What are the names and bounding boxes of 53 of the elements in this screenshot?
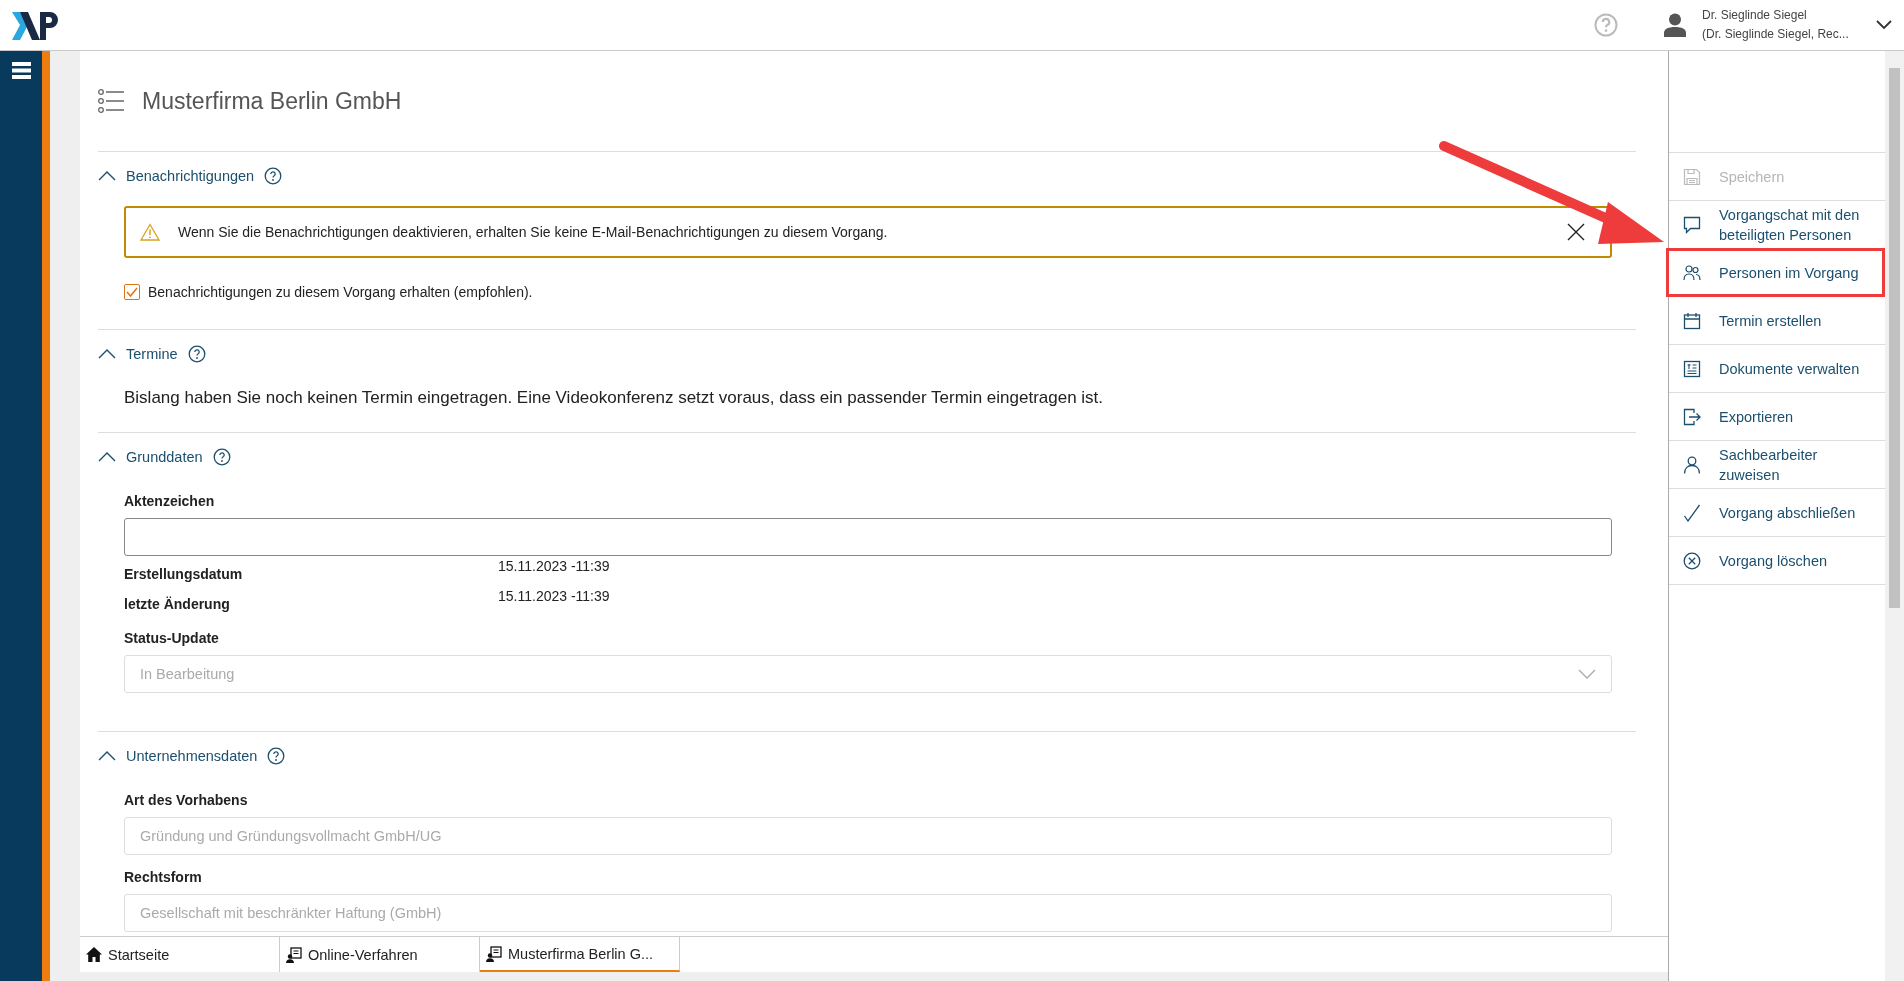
person-icon [1683, 455, 1701, 474]
chevron-up-icon[interactable] [98, 349, 116, 359]
help-icon[interactable] [187, 345, 206, 363]
chevron-down-icon[interactable] [1876, 20, 1892, 30]
scrollbar[interactable] [1885, 51, 1904, 981]
text-input-field[interactable] [124, 518, 1612, 556]
checkmark-icon [126, 287, 138, 297]
section-title[interactable]: Grunddaten [126, 449, 203, 465]
tab[interactable]: Musterfirma Berlin G... [480, 937, 680, 972]
page-title: Musterfirma Berlin GmbH [142, 87, 402, 115]
section-title[interactable]: Unternehmensdaten [126, 748, 258, 764]
document-icon [1683, 359, 1701, 378]
chevron-up-icon[interactable] [98, 452, 116, 462]
field-label: letzte Änderung [124, 596, 231, 612]
readonly-field: Gründung und Gründungsvollmacht GmbH/UG [124, 817, 1612, 855]
checkmark-icon [1683, 503, 1701, 522]
warning-icon [140, 223, 160, 241]
document-person-icon [286, 946, 302, 963]
field-value: 15.11.2023 -11:39 [498, 588, 610, 604]
checkbox-label[interactable]: Benachrichtigungen zu diesem Vorgang erhalten (empfohlen). [148, 284, 533, 300]
user-role: (Dr. Sieglinde Siegel, Rec... [1702, 26, 1850, 43]
field-label: Rechtsform [124, 869, 203, 885]
user-name: Dr. Sieglinde Siegel [1702, 7, 1808, 24]
help-icon[interactable] [264, 167, 283, 185]
section-title[interactable]: Termine [126, 346, 178, 362]
export-icon [1683, 407, 1701, 426]
field-label: Aktenzeichen [124, 493, 216, 509]
close-icon[interactable] [1567, 223, 1585, 241]
readonly-field: Gesellschaft mit beschränkter Haftung (GmbH) [124, 894, 1612, 932]
people-icon [1683, 263, 1701, 282]
info-paragraph: Bislang haben Sie noch keinen Termin eingetragen. Eine Videokonferenz setzt voraus, dass ein passender Termin eingetragen ist. [124, 388, 1105, 408]
document-person-icon [486, 945, 502, 962]
speech-bubble-icon [1683, 215, 1701, 234]
logo-icon [12, 11, 60, 41]
field-label: Status-Update [124, 630, 220, 646]
help-icon[interactable] [267, 747, 286, 765]
action-item[interactable]: Personen im Vorgang [1669, 249, 1885, 297]
list-icon [98, 89, 124, 113]
chevron-up-icon[interactable] [98, 751, 116, 761]
home-icon [86, 947, 102, 962]
checkbox[interactable] [124, 284, 140, 300]
menu-icon[interactable] [11, 62, 31, 79]
field-label: Art des Vorhabens [124, 792, 249, 808]
alert-text: Wenn Sie die Benachrichtigungen deaktivieren, erhalten Sie keine E-Mail-Benachrichtigungen zu diesem Vorgang. [178, 224, 889, 240]
chevron-up-icon[interactable] [98, 171, 116, 181]
user-avatar-icon[interactable] [1664, 13, 1686, 37]
calendar-icon [1683, 311, 1701, 330]
field-value: 15.11.2023 -11:39 [498, 558, 610, 574]
circle-x-icon [1683, 551, 1701, 570]
help-icon[interactable] [212, 448, 231, 466]
field-label: Erstellungsdatum [124, 566, 244, 582]
chevron-down-icon [1578, 669, 1596, 679]
section-title[interactable]: Benachrichtigungen [126, 168, 255, 184]
